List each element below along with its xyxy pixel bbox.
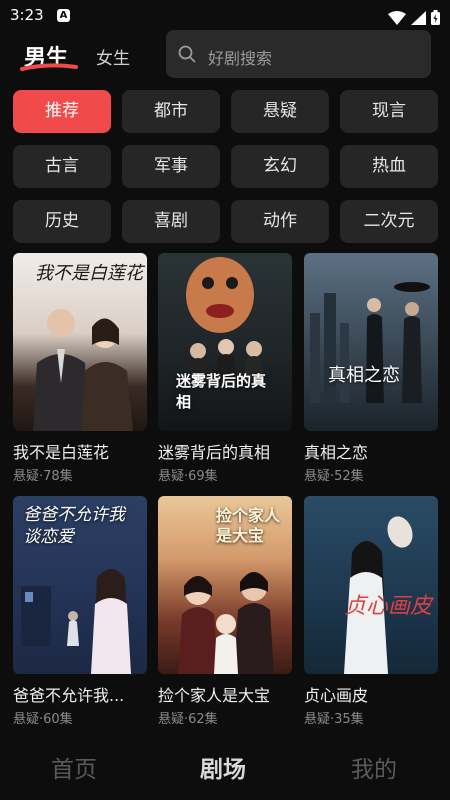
category-chip[interactable]: 现言 (340, 90, 438, 133)
search-icon (178, 45, 196, 63)
wifi-icon (387, 10, 406, 25)
drama-title: 贞心画皮 (304, 686, 369, 705)
category-chip[interactable]: 热血 (340, 145, 438, 188)
drama-poster[interactable]: 迷雾背后的真相 (158, 253, 292, 431)
drama-meta: 悬疑·78集 (13, 469, 73, 484)
category-chip[interactable]: 军事 (122, 145, 220, 188)
poster-title-art: 迷雾背后的真相 (176, 372, 267, 411)
poster-title-art: 我不是白莲花 (35, 263, 143, 284)
nav-home[interactable]: 首页 (51, 750, 97, 784)
drama-title: 真相之恋 (304, 443, 369, 462)
drama-meta: 悬疑·52集 (304, 469, 364, 484)
drama-poster[interactable]: 爸爸不允许我谈恋爱 (13, 496, 147, 674)
drama-poster[interactable]: 我不是白莲花 (13, 253, 147, 431)
status-time: 3:23 (10, 6, 44, 24)
search-placeholder: 好剧搜索 (208, 49, 273, 68)
tab-active-underline (20, 63, 78, 71)
category-chip[interactable]: 玄幻 (231, 145, 329, 188)
drama-title: 爸爸不允许我... (13, 686, 125, 705)
search-input[interactable]: 好剧搜索 (166, 30, 431, 78)
status-bar: 3:23 A (0, 0, 450, 30)
poster-title-art: 贞心画皮 (344, 594, 433, 619)
nav-mine[interactable]: 我的 (351, 750, 397, 784)
category-chip[interactable]: 动作 (231, 200, 329, 243)
poster-title-art: 捡个家人是大宝 (216, 506, 281, 545)
battery-icon (431, 10, 440, 25)
drama-title: 我不是白莲花 (13, 443, 110, 462)
drama-meta: 悬疑·62集 (158, 712, 218, 727)
poster-figures (344, 516, 413, 674)
status-icons (387, 7, 440, 25)
tab-female[interactable]: 女生 (96, 44, 130, 69)
drama-card[interactable]: 迷雾背后的真相 迷雾背后的真相 悬疑·69集 (158, 253, 292, 484)
drama-meta: 悬疑·60集 (13, 712, 73, 727)
category-chip[interactable]: 二次元 (340, 200, 438, 243)
drama-card[interactable]: 爸爸不允许我谈恋爱 爸爸不允许我... 悬疑·60集 (13, 496, 147, 727)
bottom-nav: 首页 剧场 我的 (0, 740, 450, 800)
notification-icon: A (57, 9, 70, 22)
drama-title: 捡个家人是大宝 (158, 686, 271, 705)
drama-card[interactable]: 真相之恋 真相之恋 悬疑·52集 (304, 253, 438, 484)
category-chip[interactable]: 喜剧 (122, 200, 220, 243)
nav-theater[interactable]: 剧场 (200, 750, 246, 784)
drama-poster[interactable]: 贞心画皮 (304, 496, 438, 674)
poster-title-art: 爸爸不允许我谈恋爱 (23, 505, 125, 547)
drama-card[interactable]: 贞心画皮 贞心画皮 悬疑·35集 (304, 496, 438, 727)
drama-title: 迷雾背后的真相 (158, 443, 271, 462)
category-chip[interactable]: 推荐 (13, 90, 111, 133)
drama-poster[interactable]: 真相之恋 (304, 253, 438, 431)
poster-title-art: 真相之恋 (328, 365, 400, 386)
category-chip[interactable]: 悬疑 (231, 90, 329, 133)
poster-figures (310, 282, 430, 403)
drama-poster[interactable]: 捡个家人是大宝 (158, 496, 292, 674)
drama-card[interactable]: 捡个家人是大宝 捡个家人是大宝 悬疑·62集 (158, 496, 292, 727)
drama-card[interactable]: 我不是白莲花 我不是白莲花 悬疑·78集 (13, 253, 147, 484)
category-chip[interactable]: 历史 (13, 200, 111, 243)
drama-meta: 悬疑·69集 (158, 469, 218, 484)
category-chip[interactable]: 古言 (13, 145, 111, 188)
category-chip[interactable]: 都市 (122, 90, 220, 133)
signal-icon (410, 10, 426, 25)
drama-meta: 悬疑·35集 (304, 712, 364, 727)
